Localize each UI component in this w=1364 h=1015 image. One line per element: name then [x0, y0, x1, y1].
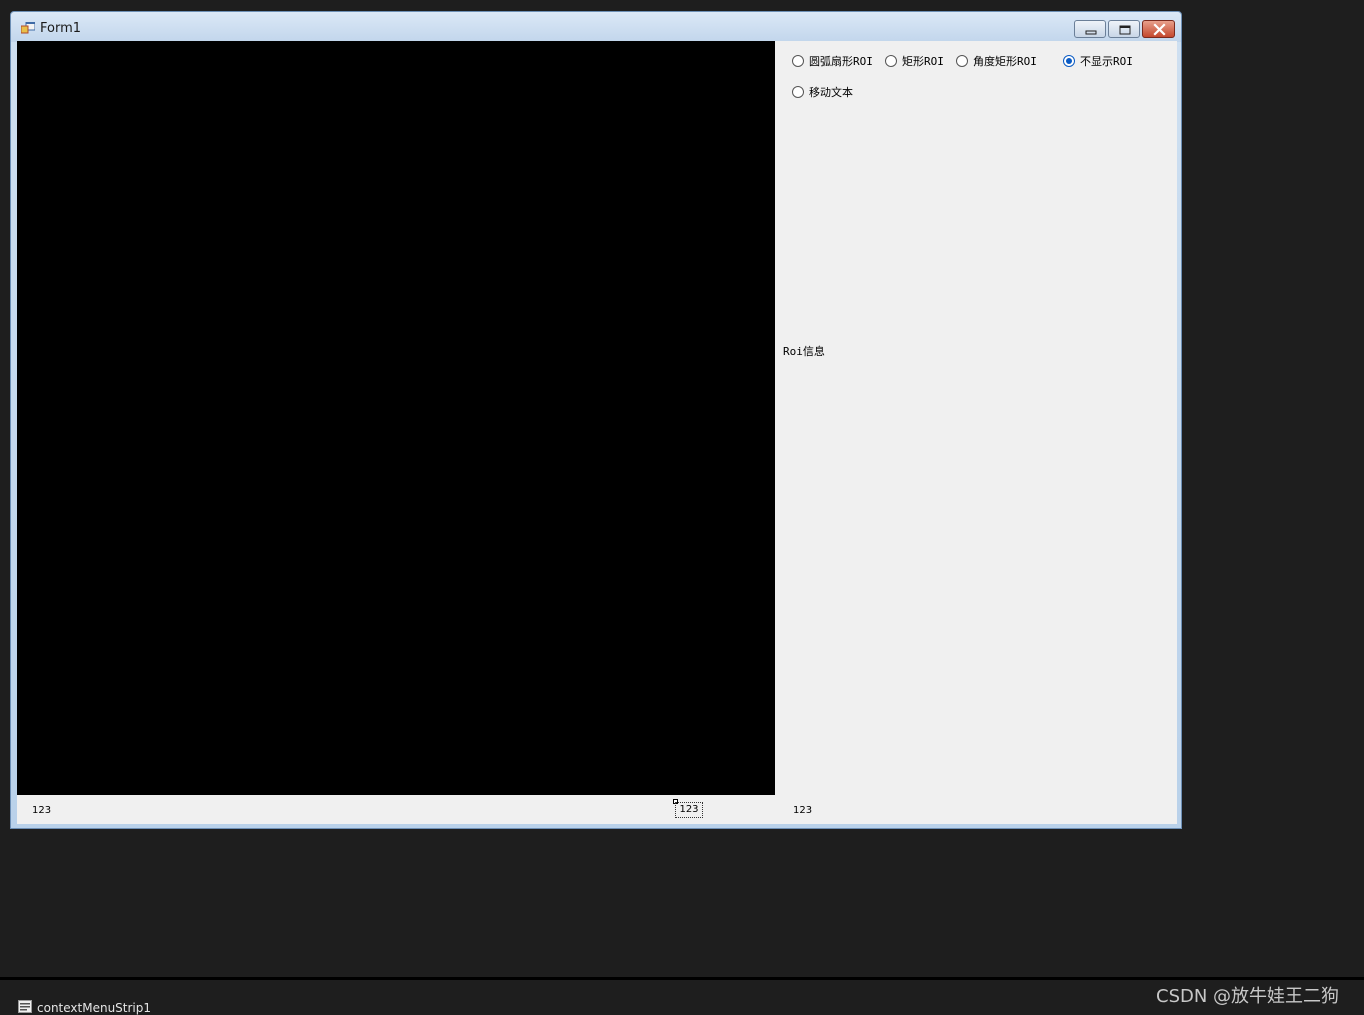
status-label-middle[interactable]: 123 [675, 802, 703, 818]
radio-move-text[interactable]: 移动文本 [792, 84, 853, 100]
roi-info-label: Roi信息 [783, 345, 825, 358]
radio-label: 矩形ROI [902, 55, 944, 68]
window-title: Form1 [40, 21, 82, 36]
title-bar[interactable]: Form1 [11, 12, 1181, 42]
form-app-icon [21, 22, 35, 34]
radio-button-icon [956, 55, 968, 67]
radio-arc-sector-roi[interactable]: 圆弧扇形ROI [792, 53, 873, 69]
radio-angle-rectangle-roi[interactable]: 角度矩形ROI [956, 53, 1037, 69]
radio-label: 移动文本 [809, 86, 853, 99]
minimize-button[interactable] [1074, 20, 1106, 38]
status-label-right: 123 [793, 805, 813, 816]
radio-label: 圆弧扇形ROI [809, 55, 873, 68]
form-client-area: 圆弧扇形ROI 矩形ROI 角度矩形ROI 不显示ROI 移动文本 Roi信息 … [17, 41, 1177, 824]
close-button[interactable] [1142, 20, 1175, 38]
radio-label: 不显示ROI [1080, 55, 1133, 68]
radio-button-icon [792, 55, 804, 67]
minimize-icon [1085, 30, 1097, 35]
maximize-button[interactable] [1108, 20, 1140, 38]
radio-hide-roi[interactable]: 不显示ROI [1063, 53, 1133, 69]
status-label-left: 123 [32, 805, 52, 816]
radio-rectangle-roi[interactable]: 矩形ROI [885, 53, 944, 69]
watermark-text: CSDN @放牛娃王二狗 [1156, 986, 1340, 1007]
radio-button-icon [792, 86, 804, 98]
radio-button-checked-icon [1063, 55, 1075, 67]
form-window[interactable]: Form1 圆弧扇形ROI 矩形ROI 角度矩形ROI 不显示ROI 移动文本 … [10, 11, 1182, 829]
close-icon [1153, 23, 1166, 36]
designer-surface: Form1 圆弧扇形ROI 矩形ROI 角度矩形ROI 不显示ROI 移动文本 … [0, 0, 1364, 1015]
maximize-icon [1119, 25, 1131, 35]
radio-label: 角度矩形ROI [973, 55, 1037, 68]
context-menu-strip-component[interactable]: contextMenuStrip1 [37, 1001, 151, 1015]
image-picturebox[interactable] [17, 41, 775, 795]
context-menu-component-icon [18, 1000, 32, 1013]
radio-button-icon [885, 55, 897, 67]
